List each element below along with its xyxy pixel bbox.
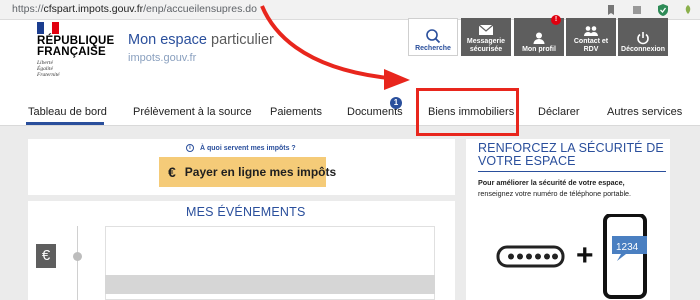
- page: https://cfspart.impots.gouv.fr/enp/accue…: [0, 0, 700, 300]
- annotation-highlight-box: [416, 88, 519, 136]
- annotation-arrow: [260, 5, 410, 90]
